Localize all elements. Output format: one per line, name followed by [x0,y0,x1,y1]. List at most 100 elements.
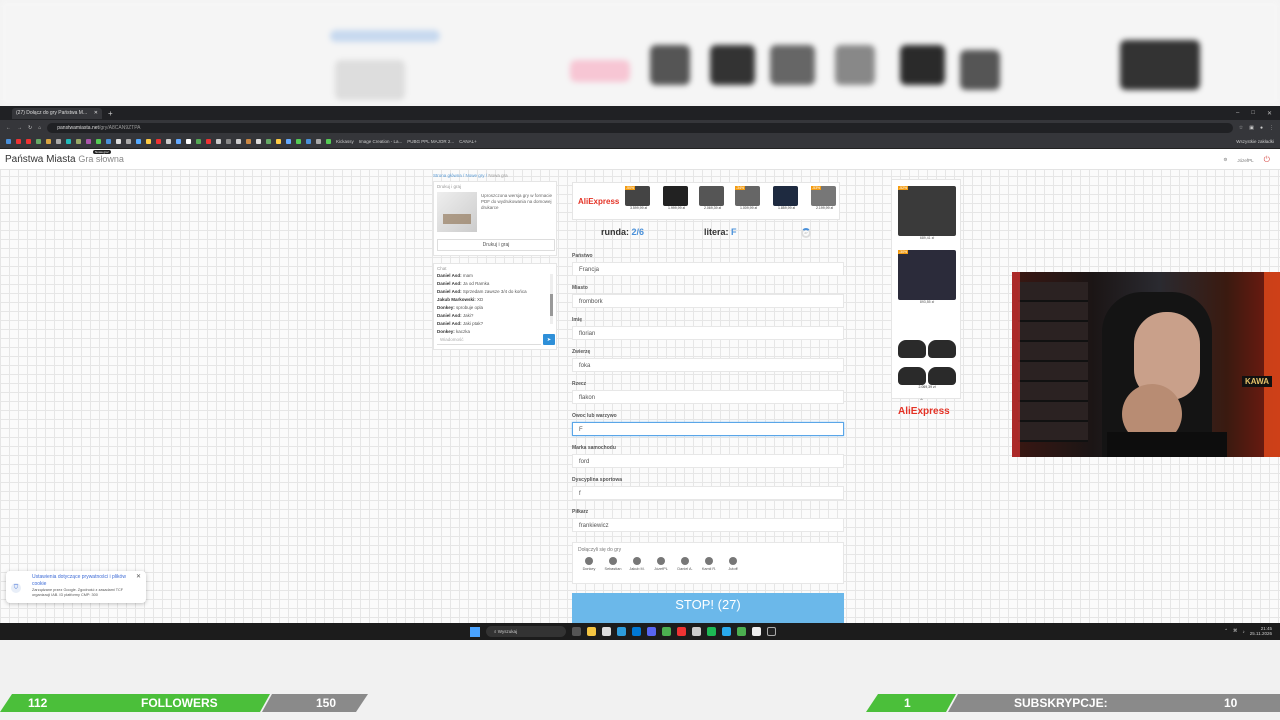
power-icon[interactable]: ⏻ [1264,155,1270,165]
bookmark-icon[interactable] [196,139,201,144]
clock[interactable]: 21:45 25.11.2026 [1250,626,1272,636]
bookmark-icon[interactable] [126,139,131,144]
breadcrumb-new-games[interactable]: Nowe gry [466,173,485,178]
bookmark-icon[interactable] [216,139,221,144]
bookmark-icon[interactable] [206,139,211,144]
thing-input[interactable]: flakon [572,390,844,404]
url-input[interactable]: panstwamiasta.net/gry/A8CAN9ZTPA [47,122,1233,133]
chevron-up-icon[interactable]: ⌃ [919,398,924,405]
bookmark-icon[interactable] [16,139,21,144]
bookmark-icon[interactable] [116,139,121,144]
maximize-icon[interactable]: □ [1251,110,1255,117]
windows-start-icon[interactable] [470,626,480,637]
browser-tab[interactable]: (27) Dołącz do gry Państwa M... ✕ [12,107,102,119]
spotify-icon[interactable] [707,627,716,636]
bookmark-icon[interactable] [286,139,291,144]
ad-product[interactable]: 1.859,99 zł [773,186,800,213]
site-logo[interactable]: Państwa Miasta Gra słowna [5,154,124,165]
animal-input[interactable]: foka [572,358,844,372]
edge-icon[interactable] [617,627,626,636]
bookmark-icon[interactable] [46,139,51,144]
bookmark-item[interactable]: PUBG PPL MAJOR 2... [407,139,454,144]
bookmark-icon[interactable] [56,139,61,144]
app-icon[interactable] [602,627,611,636]
ad-banner-top[interactable]: AliExpress -50% 3.599,99 zł 1.999,99 zł 2… [572,182,840,220]
print-button[interactable]: Drukuj i graj [437,239,555,251]
bookmark-star-icon[interactable]: ☆ [1239,125,1243,131]
volume-icon[interactable]: ♪ [1243,629,1245,634]
send-icon[interactable]: ➤ [543,334,555,345]
file-explorer-icon[interactable] [587,627,596,636]
sport-input[interactable]: f [572,486,844,500]
reload-icon[interactable]: ↻ [28,125,32,131]
bookmark-icon[interactable] [316,139,321,144]
settings-icon[interactable]: ⚙ [1223,157,1227,163]
tray-chevron-icon[interactable]: ⌃ [1224,628,1228,634]
home-icon[interactable]: ⌂ [38,125,41,131]
app-icon[interactable] [752,627,761,636]
ad-product[interactable]: -34% 1.009,99 zł [735,186,762,213]
bookmark-icon[interactable] [186,139,191,144]
footballer-input[interactable]: frankiewicz [572,518,844,532]
ad-product[interactable]: -52% 689,41 zł [898,186,956,244]
country-input[interactable]: Francja [572,262,844,276]
forward-icon[interactable]: → [17,125,22,131]
bookmark-icon[interactable] [176,139,181,144]
discord-icon[interactable] [647,627,656,636]
close-window-icon[interactable]: ✕ [1267,110,1272,117]
bookmark-icon[interactable] [96,139,101,144]
new-tab-icon[interactable]: + [108,109,113,118]
bookmark-item[interactable]: Image Creation - La... [359,139,403,144]
close-icon[interactable]: ✕ [136,573,141,580]
bookmark-item[interactable]: CANAL+ [459,139,477,144]
app-icon[interactable] [677,627,686,636]
bookmark-icon[interactable] [86,139,91,144]
bookmark-icon[interactable] [306,139,311,144]
ad-product[interactable]: 1.999,99 zł [663,186,690,213]
shield-icon[interactable]: ⛉ [11,583,21,593]
bookmark-icon[interactable] [256,139,261,144]
bookmark-icon[interactable] [66,139,71,144]
chat-input[interactable]: Wiadomość [437,334,541,345]
fruit-vegetable-input[interactable]: F [572,422,844,436]
app-icon[interactable] [692,627,701,636]
car-brand-input[interactable]: ford [572,454,844,468]
network-icon[interactable]: ⌘ [1233,628,1238,634]
minimize-icon[interactable]: – [1236,110,1239,117]
obs-icon[interactable] [767,627,776,636]
bookmark-icon[interactable] [326,139,331,144]
chrome-icon[interactable] [662,627,671,636]
ad-product[interactable]: -50% 3.599,99 zł [625,186,652,213]
bookmark-icon[interactable] [156,139,161,144]
bookmark-icon[interactable] [146,139,151,144]
bookmark-icon[interactable] [36,139,41,144]
close-tab-icon[interactable]: ✕ [94,110,98,116]
store-icon[interactable] [632,627,641,636]
telegram-icon[interactable] [722,627,731,636]
bookmark-icon[interactable] [246,139,251,144]
bookmark-icon[interactable] [266,139,271,144]
bookmark-icon[interactable] [26,139,31,144]
bookmark-item[interactable]: Kickassy [336,139,354,144]
chat-scrollbar[interactable] [550,274,553,324]
bookmark-icon[interactable] [136,139,141,144]
task-view-icon[interactable] [572,627,581,636]
bookmark-icon[interactable] [6,139,11,144]
bookmark-icon[interactable] [236,139,241,144]
bookmark-icon[interactable] [166,139,171,144]
ad-product[interactable]: -53% 2.199,99 zł [811,186,838,213]
ad-banner-right[interactable]: -52% 689,41 zł -30% 893,55 zł 2.069,39 zł … [891,179,961,417]
menu-icon[interactable]: ⋮ [1269,125,1274,131]
bookmark-icon[interactable] [106,139,111,144]
taskbar-search[interactable]: ⌕ Wyszukaj [486,626,566,637]
app-icon[interactable] [737,627,746,636]
breadcrumb-home[interactable]: Strona główna [433,173,462,178]
ad-product[interactable]: -30% 893,55 zł [898,250,956,308]
ad-product[interactable]: 2.069,39 zł [699,186,726,213]
all-bookmarks[interactable]: Wszystkie zakładki [1236,139,1274,144]
bookmark-icon[interactable] [76,139,81,144]
stop-button[interactable]: STOP! (27) [572,593,844,623]
city-input[interactable]: frombork [572,294,844,308]
extensions-icon[interactable]: ▣ [1249,125,1254,131]
back-icon[interactable]: ← [6,125,11,131]
